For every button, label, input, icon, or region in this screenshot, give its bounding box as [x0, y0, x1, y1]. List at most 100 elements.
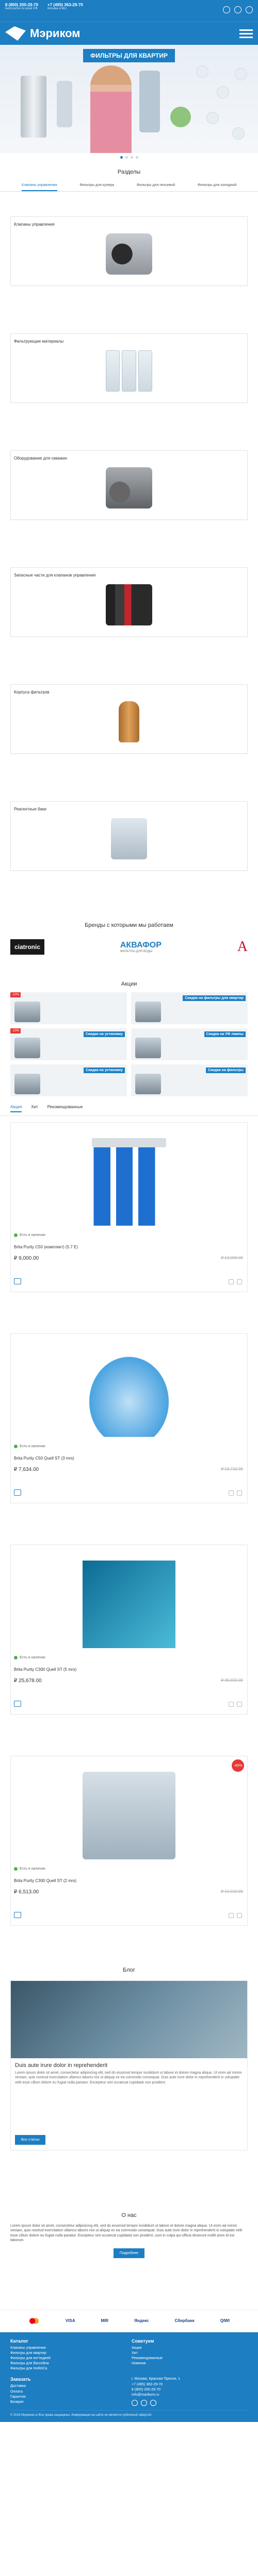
product-tabs: Акция Хит Рекомендованные [0, 1096, 258, 1116]
footer-link[interactable]: Клапаны управления [10, 2346, 126, 2351]
vk-icon[interactable] [132, 2400, 138, 2406]
footer-link[interactable]: Фильтры для коттеджей [10, 2356, 126, 2361]
tab-recommended[interactable]: Рекомендованные [47, 1105, 83, 1112]
add-to-cart-icon[interactable] [14, 1912, 21, 1918]
phone-2[interactable]: +7 (495) 363-29-70 Москва и МО [47, 3, 83, 10]
hero-banner[interactable]: ФИЛЬТРЫ ДЛЯ КВАРТИР [0, 45, 258, 153]
add-to-cart-icon[interactable] [14, 1489, 21, 1496]
category-card[interactable]: Реагентные баки [10, 801, 248, 871]
product-image[interactable] [83, 1772, 175, 1859]
search-icon[interactable] [234, 6, 241, 13]
pump-image [106, 233, 152, 275]
compare-icon[interactable] [229, 1702, 234, 1707]
footer-link[interactable]: Фильтры для бассейна [10, 2361, 126, 2366]
footer-phone[interactable]: 8 (800) 200-29-70 [132, 2387, 248, 2393]
footer-link[interactable]: Новинки [132, 2361, 248, 2366]
product-card[interactable]: Есть в наличии Brita Purity C50 (комплек… [10, 1122, 248, 1292]
product-old-price: ₽ 36,650.00 [221, 1678, 243, 1683]
promo-grid: -10% Скидка на фильтры для квартир -10% С… [0, 992, 258, 1096]
cart-icon[interactable] [246, 6, 253, 13]
footer-link[interactable]: Оплата [10, 2389, 126, 2395]
promo-image [14, 1038, 40, 1058]
category-card[interactable]: Корпуса фильтров [10, 684, 248, 754]
promo-card[interactable]: Скидка на фильтры для квартир [131, 992, 248, 1024]
footer-link[interactable]: Акции [132, 2346, 248, 2351]
footer-link[interactable]: Фильтры для квартир [10, 2351, 126, 2356]
footer-link[interactable]: Доставка [10, 2384, 126, 2389]
promo-image [135, 1002, 161, 1022]
product-card[interactable]: Есть в наличии Brita Purity C300 Quell S… [10, 1545, 248, 1715]
brand-ciatronic[interactable]: ciatronic [10, 939, 45, 955]
in-stock-icon [14, 1233, 18, 1237]
footer-link[interactable]: Возврат [10, 2400, 126, 2405]
product-card[interactable]: Есть в наличии Brita Purity C50 Quell ST… [10, 1333, 248, 1503]
all-articles-button[interactable]: Все статьи [15, 2135, 46, 2145]
brand-aquaphor[interactable]: АКВАФОР ФИЛЬТРЫ ДЛЯ ВОДЫ [120, 941, 162, 953]
product-name[interactable]: Brita Purity C50 Quell ST (3 mrs) [14, 1456, 74, 1461]
add-to-cart-icon[interactable] [14, 1701, 21, 1707]
promo-card[interactable]: Скидка на УФ лампы [131, 1028, 248, 1060]
facebook-icon[interactable] [141, 2400, 147, 2406]
product-image[interactable] [83, 1561, 175, 1648]
compare-icon[interactable] [229, 1279, 234, 1284]
logo-text[interactable]: Мэриком [30, 27, 80, 40]
product-name[interactable]: Brita Purity C300 Quell ST (5 mrs) [14, 1667, 76, 1672]
visa-logo: VISA [65, 2318, 75, 2324]
phone-1[interactable]: 8 (800) 200-29-70 Бесплатно по всей РФ [5, 3, 38, 10]
promo-card[interactable]: -10% Скидки на установку [10, 1028, 127, 1060]
promo-card[interactable]: Скидка на фильтры [131, 1064, 248, 1096]
mir-logo: MIR [101, 2318, 109, 2324]
brand-a[interactable]: А [237, 939, 248, 955]
stock-status: Есть в наличии [14, 1867, 45, 1871]
favorite-icon[interactable] [237, 1490, 242, 1496]
tab-1[interactable]: Фильтры для кулера [79, 180, 114, 191]
blog-image[interactable] [11, 1981, 247, 2058]
footer-link[interactable]: Рекомендованные [132, 2356, 248, 2361]
promo-label: Скидка на УФ лампы [204, 1031, 246, 1037]
favorite-icon[interactable] [237, 1279, 242, 1284]
about-title: О нас [121, 2212, 137, 2218]
promo-card[interactable]: Скидка на установку [10, 1064, 127, 1096]
housing-image [119, 701, 139, 742]
favorite-icon[interactable] [237, 1913, 242, 1918]
tab-hit[interactable]: Хит [31, 1105, 38, 1112]
promo-tag: -10% [10, 992, 21, 997]
blog-post-title[interactable]: Duis aute irure dolor in reprehenderit [11, 2058, 247, 2071]
promo-label: Скидки на установку [83, 1031, 125, 1037]
promo-label: Скидка на фильтры [206, 1067, 246, 1073]
tab-0[interactable]: Клапаны управления [21, 180, 57, 191]
compare-icon[interactable] [229, 1913, 234, 1918]
category-card[interactable]: Запасные части для клапанов управления [10, 567, 248, 637]
favorite-icon[interactable] [237, 1702, 242, 1707]
promo-image [14, 1074, 40, 1094]
product-name[interactable]: Brita Purity C300 Quell ST (2 mrs) [14, 1878, 76, 1883]
in-stock-icon [14, 1445, 18, 1448]
footer-link[interactable]: Гарантия [10, 2395, 126, 2400]
footer-link[interactable]: Хит [132, 2351, 248, 2356]
category-title: Запасные части для клапанов управления [14, 573, 96, 578]
footer-phone[interactable]: +7 (495) 363-29-70 [132, 2382, 248, 2387]
more-button[interactable]: Подробнее [113, 2248, 145, 2258]
category-title: Реагентные баки [14, 807, 46, 811]
menu-icon[interactable] [239, 29, 253, 38]
logo-icon[interactable] [5, 26, 26, 41]
product-name[interactable]: Brita Purity C50 (комплект) (5.7 E) [14, 1245, 78, 1249]
compare-icon[interactable] [229, 1490, 234, 1496]
product-card[interactable]: -45% Есть в наличии Brita Purity C300 Qu… [10, 1756, 248, 1926]
category-card[interactable]: Оборудование для скважин [10, 450, 248, 520]
footer-email[interactable]: info@marikom.ru [132, 2393, 248, 2398]
blog-card[interactable]: Duis aute irure dolor in reprehenderit L… [10, 1980, 248, 2150]
promo-card[interactable]: -10% [10, 992, 127, 1024]
user-icon[interactable] [223, 6, 230, 13]
footer-link[interactable]: Фильтры для HoReCa [10, 2366, 126, 2371]
product-image[interactable] [83, 1138, 175, 1226]
category-card[interactable]: Фильтрующие материалы [10, 333, 248, 403]
add-to-cart-icon[interactable] [14, 1278, 21, 1284]
instagram-icon[interactable] [150, 2400, 156, 2406]
category-card[interactable]: Клапаны управления [10, 216, 248, 286]
product-image[interactable] [83, 1349, 175, 1437]
tab-2[interactable]: Фильтры для питьевой [137, 180, 175, 191]
tab-sale[interactable]: Акция [10, 1105, 22, 1112]
slider-dots[interactable] [0, 153, 258, 162]
tab-3[interactable]: Фильтры для холодной [198, 180, 236, 191]
